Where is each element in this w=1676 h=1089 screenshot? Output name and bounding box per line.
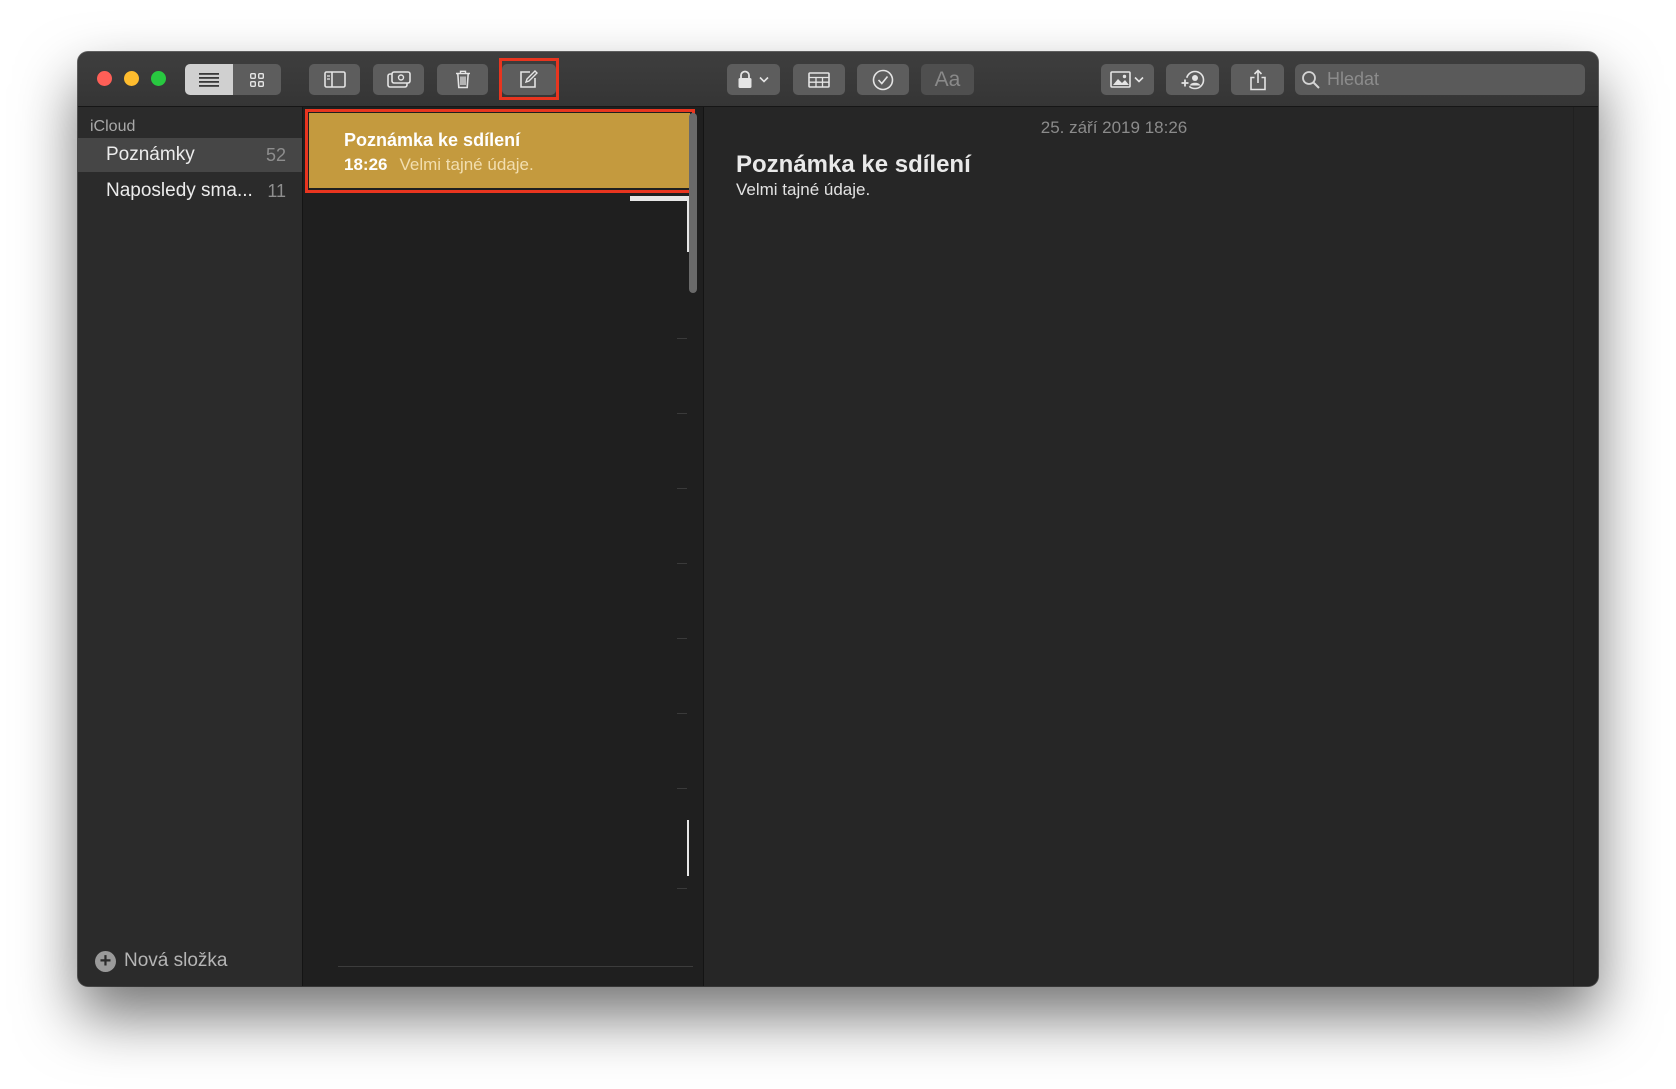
lock-note-button[interactable]: [727, 64, 780, 95]
render-artifact: [687, 820, 689, 876]
trash-icon: [455, 70, 470, 89]
toggle-sidebar-button[interactable]: [309, 64, 360, 95]
list-separator: [677, 638, 687, 639]
checklist-button[interactable]: [857, 64, 909, 95]
lock-icon: [738, 70, 769, 88]
list-separator: [677, 488, 687, 489]
checkmark-circle-icon: [872, 69, 894, 90]
gallery-view-button[interactable]: [233, 64, 281, 95]
note-item-highlight: [305, 109, 695, 193]
list-separator: [677, 713, 687, 714]
attachments-button[interactable]: [373, 64, 424, 95]
note-title[interactable]: Poznámka ke sdílení: [736, 151, 971, 179]
note-date: 25. září 2019 18:26: [1040, 118, 1188, 137]
search-input[interactable]: [1327, 69, 1567, 90]
list-separator: [677, 563, 687, 564]
close-window-button[interactable]: [97, 71, 112, 86]
plus-circle-icon: +: [95, 950, 116, 972]
minimize-window-button[interactable]: [124, 71, 139, 86]
list-view-icon: [199, 72, 219, 87]
folders-sidebar: iCloud Poznámky 52 Naposledy sma... 11 +…: [78, 107, 303, 986]
list-separator: [677, 788, 687, 789]
sidebar-item-label: Naposledy sma...: [106, 180, 253, 201]
list-separator: [677, 888, 687, 889]
render-artifact: [630, 196, 687, 201]
sidebar-item-count: 52: [265, 144, 286, 165]
photo-icon: [1109, 71, 1144, 88]
note-editor[interactable]: 25. září 2019 18:26 Poznámka ke sdílení …: [704, 107, 1598, 986]
add-people-icon: [1179, 70, 1204, 89]
sidebar-icon: [323, 71, 346, 88]
notes-list-scrollbar[interactable]: [689, 113, 697, 293]
format-button[interactable]: Aa: [921, 64, 974, 95]
new-folder-label: Nová složka: [124, 950, 228, 971]
list-separator: [677, 413, 687, 414]
notes-list: Poznámka ke sdílení 18:26 Velmi tajné úda…: [303, 107, 704, 986]
sidebar-item-count: 11: [267, 180, 286, 201]
gallery-view-icon: [250, 72, 264, 87]
note-body[interactable]: Velmi tajné údaje.: [736, 180, 870, 200]
editor-edge: [1573, 107, 1574, 986]
search-icon: [1302, 70, 1320, 89]
new-folder-button[interactable]: + Nová složka: [95, 950, 228, 972]
compose-button-highlight: [499, 58, 559, 100]
sidebar-item-label: Poznámky: [106, 144, 195, 165]
table-icon: [808, 71, 830, 88]
add-people-button[interactable]: [1166, 64, 1219, 95]
list-separator: [677, 338, 687, 339]
delete-note-button[interactable]: [437, 64, 488, 95]
view-mode-segmented-control: [185, 64, 281, 95]
insert-table-button[interactable]: [793, 64, 845, 95]
list-separator: [338, 966, 693, 967]
share-icon: [1249, 68, 1266, 90]
search-field[interactable]: [1295, 64, 1585, 95]
media-button[interactable]: [1101, 64, 1154, 95]
sidebar-item-recently-deleted[interactable]: Naposledy sma... 11: [78, 174, 302, 208]
toolbar: Aa: [78, 52, 1598, 107]
notes-window: Aa Hledat iCloud Poznámky 52 Naposledy s…: [78, 52, 1598, 986]
sidebar-section-icloud: iCloud: [90, 118, 136, 135]
list-view-button[interactable]: [185, 64, 233, 95]
attachments-icon: [386, 71, 411, 88]
zoom-window-button[interactable]: [151, 71, 166, 86]
format-label: Aa: [934, 67, 961, 91]
sidebar-item-notes[interactable]: Poznámky 52: [78, 138, 302, 172]
share-button[interactable]: [1231, 64, 1284, 95]
